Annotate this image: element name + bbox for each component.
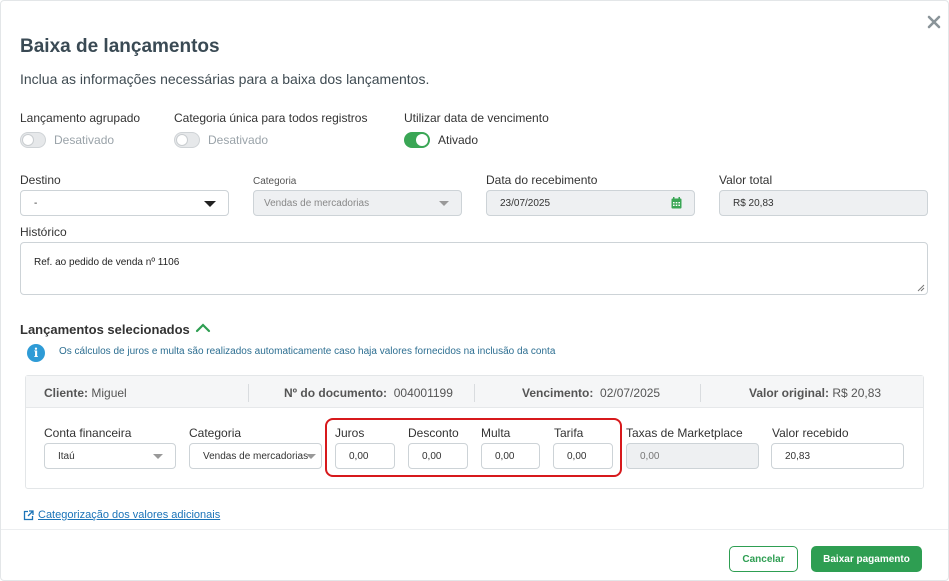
vencimento-value: 02/07/2025 <box>600 386 661 400</box>
row-categoria-select[interactable]: Vendas de mercadorias <box>189 443 322 469</box>
valor-total-label: Valor total <box>719 173 773 187</box>
baixar-pagamento-button[interactable]: Baixar pagamento <box>811 546 922 572</box>
valor-recebido-label: Valor recebido <box>772 426 849 440</box>
section-title: Lançamentos selecionados <box>20 322 190 337</box>
valor-original-value: R$ 20,83 <box>832 386 882 400</box>
valor-total-field: R$ 20,83 <box>719 190 928 216</box>
entry-card-header: Cliente: Miguel Nº do documento: 0040011… <box>26 376 923 408</box>
taxas-marketplace-value: 0,00 <box>640 450 660 462</box>
info-icon: i <box>27 344 45 362</box>
chevron-up-icon[interactable] <box>195 322 211 334</box>
historico-label: Histórico <box>20 225 67 239</box>
toggle-label: Utilizar data de vencimento <box>404 111 549 125</box>
categorizacao-link-text: Categorização dos valores adicionais <box>38 509 221 521</box>
vencimento-label: Vencimento: <box>522 386 594 400</box>
toggle-label: Lançamento agrupado <box>20 111 141 125</box>
row-categoria-value: Vendas de mercadorias <box>203 450 309 462</box>
modal-dialog: Baixa de lançamentos Inclua as informaçõ… <box>0 0 949 581</box>
single-category-switch[interactable] <box>174 132 200 148</box>
historico-value: Ref. ao pedido de venda nº 1106 <box>34 257 180 268</box>
close-icon[interactable] <box>926 14 942 30</box>
cliente-info: Cliente: Miguel <box>44 386 127 400</box>
valor-recebido-input[interactable]: 20,83 <box>771 443 904 469</box>
toggle-data-vencimento: Utilizar data de vencimento Ativado <box>404 111 549 148</box>
data-recebimento-label: Data do recebimento <box>486 173 598 187</box>
row-categoria-label: Categoria <box>189 426 242 440</box>
vencimento-info: Vencimento: 02/07/2025 <box>522 386 660 400</box>
cancel-button[interactable]: Cancelar <box>729 546 798 572</box>
modal-subtitle: Inclua as informações necessárias para a… <box>20 71 430 87</box>
divider <box>248 384 249 402</box>
caret-down-icon <box>306 454 316 459</box>
toggle-lancamento-agrupado: Lançamento agrupado Desativado <box>20 111 140 148</box>
valor-original-label: Valor original: <box>749 386 830 400</box>
toggle-label: Categoria única para todos registros <box>174 111 368 125</box>
data-recebimento-value: 23/07/2025 <box>500 197 551 209</box>
historico-textarea[interactable]: Ref. ao pedido de venda nº 1106 <box>20 242 928 295</box>
toggle-state: Desativado <box>54 133 115 147</box>
documento-info: Nº do documento: 004001199 <box>284 386 453 400</box>
data-recebimento-input[interactable]: 23/07/2025 <box>486 190 695 216</box>
caret-down-icon <box>439 201 449 206</box>
footer-divider <box>1 529 948 530</box>
external-link-icon <box>23 509 34 520</box>
destino-select[interactable]: - <box>20 190 229 216</box>
toggle-state: Ativado <box>438 133 479 147</box>
divider <box>474 384 475 402</box>
caret-down-icon <box>153 454 163 459</box>
categoria-select: Vendas de mercadorias <box>253 190 462 216</box>
grouped-entry-switch[interactable] <box>20 132 46 148</box>
valor-total-value: R$ 20,83 <box>733 197 774 209</box>
toggle-state: Desativado <box>208 133 269 147</box>
toggle-categoria-unica: Categoria única para todos registros Des… <box>174 111 367 148</box>
documento-value: 004001199 <box>393 386 453 400</box>
conta-financeira-select[interactable]: Itaú <box>44 443 176 469</box>
calendar-icon[interactable] <box>671 197 682 209</box>
highlight-box <box>325 418 622 477</box>
categoria-value: Vendas de mercadorias <box>264 197 370 209</box>
resize-handle-icon[interactable] <box>917 284 925 292</box>
valor-recebido-value: 20,83 <box>785 450 811 462</box>
documento-label: Nº do documento: <box>284 386 388 400</box>
cliente-value: Miguel <box>91 386 127 400</box>
cliente-label: Cliente: <box>44 386 89 400</box>
categoria-label: Categoria <box>253 176 297 187</box>
info-message: Os cálculos de juros e multa são realiza… <box>59 346 556 357</box>
destino-value: - <box>34 197 38 209</box>
destino-label: Destino <box>20 173 61 187</box>
modal-title: Baixa de lançamentos <box>20 36 220 57</box>
taxas-marketplace-label: Taxas de Marketplace <box>626 426 743 440</box>
conta-financeira-value: Itaú <box>58 450 75 462</box>
due-date-switch[interactable] <box>404 132 430 148</box>
valor-original-info: Valor original: R$ 20,83 <box>749 386 881 400</box>
conta-financeira-label: Conta financeira <box>44 426 132 440</box>
divider <box>700 384 701 402</box>
categorizacao-link[interactable]: Categorização dos valores adicionais <box>23 509 220 521</box>
caret-down-icon <box>204 201 216 207</box>
taxas-marketplace-input: 0,00 <box>626 443 759 469</box>
